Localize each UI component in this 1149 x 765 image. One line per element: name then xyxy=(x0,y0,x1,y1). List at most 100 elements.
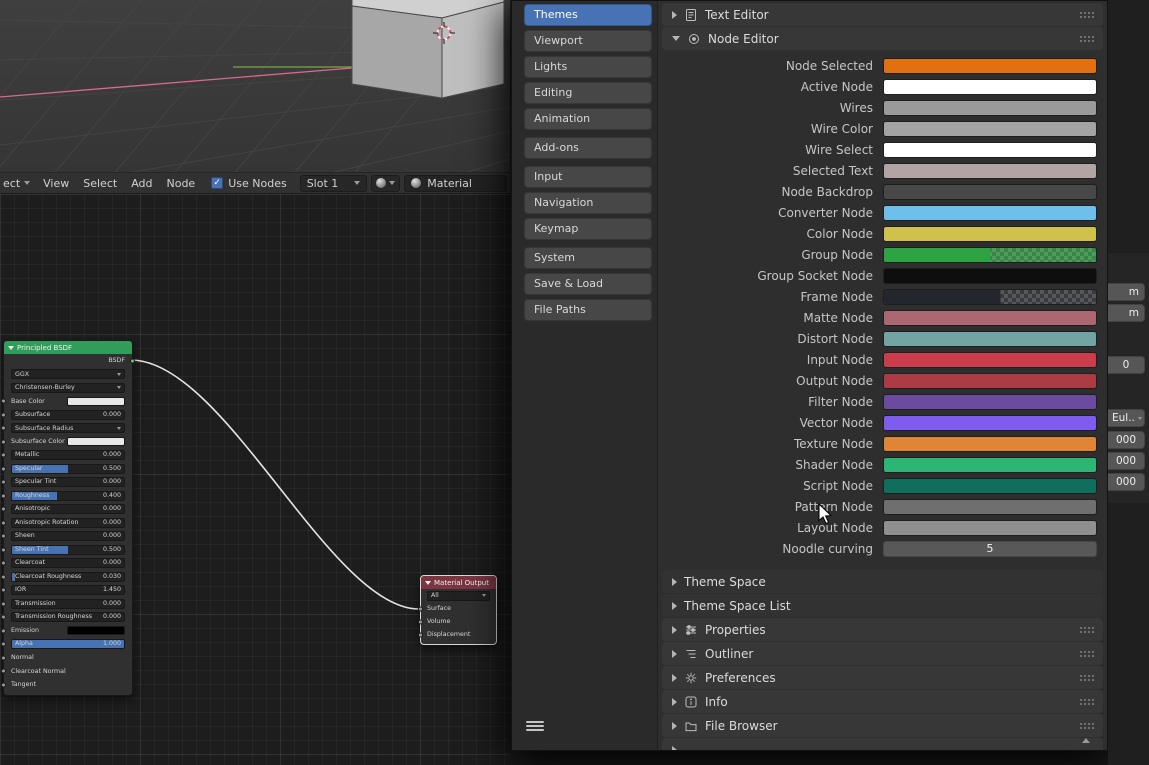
node-slider-transmission[interactable]: Transmission0.000 xyxy=(11,599,125,609)
section-outliner[interactable]: Outliner xyxy=(662,642,1103,665)
editor-type-dropdown[interactable]: ect xyxy=(3,177,30,190)
drag-grip[interactable] xyxy=(1079,698,1094,706)
principled-node-header[interactable]: Principled BSDF xyxy=(4,341,132,354)
sidebar-item-navigation[interactable]: Navigation xyxy=(524,192,652,214)
section-node-editor[interactable]: Node Editor xyxy=(662,27,1103,50)
color-swatch-shader-node[interactable] xyxy=(883,457,1097,473)
hamburger-menu-button[interactable] xyxy=(526,719,544,733)
color-swatch-layout-node[interactable] xyxy=(883,520,1097,536)
input-socket[interactable] xyxy=(1,520,6,525)
input-socket[interactable] xyxy=(418,606,423,611)
section-theme-space[interactable]: Theme Space xyxy=(662,570,1103,593)
node-slider-clearcoat-roughness[interactable]: Clearcoat Roughness0.030 xyxy=(11,572,125,582)
node-slider-anisotropic[interactable]: Anisotropic0.000 xyxy=(11,504,125,514)
color-swatch-active-node[interactable] xyxy=(883,79,1097,95)
sidebar-item-editing[interactable]: Editing xyxy=(524,82,652,104)
node-color-field-emission[interactable] xyxy=(67,626,125,635)
node-color-field-base-color[interactable] xyxy=(67,397,125,406)
collapse-arrow-icon[interactable] xyxy=(8,346,14,350)
material-output-node[interactable]: Material Output All SurfaceVolumeDisplac… xyxy=(420,575,497,645)
input-socket[interactable] xyxy=(418,632,423,637)
color-swatch-converter-node[interactable] xyxy=(883,205,1097,221)
node-slider-clearcoat[interactable]: Clearcoat0.000 xyxy=(11,558,125,568)
input-socket[interactable] xyxy=(1,628,6,633)
node-color-field-subsurface-color[interactable] xyxy=(67,437,125,446)
node-slider-anisotropic-rotation[interactable]: Anisotropic Rotation0.000 xyxy=(11,518,125,528)
node-slider-specular-tint[interactable]: Specular Tint0.000 xyxy=(11,477,125,487)
menu-node[interactable]: Node xyxy=(166,177,195,190)
node-slider-transmission-roughness[interactable]: Transmission Roughness0.000 xyxy=(11,612,125,622)
color-swatch-texture-node[interactable] xyxy=(883,436,1097,452)
input-socket[interactable] xyxy=(1,655,6,660)
node-slider-ior[interactable]: IOR1.450 xyxy=(11,585,125,595)
input-socket[interactable] xyxy=(1,439,6,444)
color-swatch-vector-node[interactable] xyxy=(883,415,1097,431)
material-output-header[interactable]: Material Output xyxy=(421,576,496,589)
color-swatch-matte-node[interactable] xyxy=(883,310,1097,326)
input-socket[interactable] xyxy=(1,547,6,552)
drag-grip[interactable] xyxy=(1079,722,1094,730)
sidebar-item-add-ons[interactable]: Add-ons xyxy=(524,137,652,159)
node-slider-subsurface[interactable]: Subsurface0.000 xyxy=(11,410,125,420)
color-swatch-wire-color[interactable] xyxy=(883,121,1097,137)
input-socket[interactable] xyxy=(1,669,6,674)
input-socket[interactable] xyxy=(1,642,6,647)
input-socket[interactable] xyxy=(1,588,6,593)
input-socket[interactable] xyxy=(1,682,6,687)
sidebar-item-animation[interactable]: Animation xyxy=(524,108,652,130)
use-nodes-checkbox[interactable]: ✓ xyxy=(211,177,223,189)
noodle-curving-field[interactable]: 5 xyxy=(883,541,1097,557)
sidebar-item-system[interactable]: System xyxy=(524,247,652,269)
color-swatch-distort-node[interactable] xyxy=(883,331,1097,347)
color-swatch-node-backdrop[interactable] xyxy=(883,184,1097,200)
node-slider-sheen[interactable]: Sheen0.000 xyxy=(11,531,125,541)
sidebar-item-file-paths[interactable]: File Paths xyxy=(524,299,652,321)
node-dropdown-subsurface-radius[interactable]: Subsurface Radius xyxy=(11,423,125,433)
input-socket[interactable] xyxy=(418,619,423,624)
node-slider-alpha[interactable]: Alpha1.000 xyxy=(11,639,125,649)
input-socket[interactable] xyxy=(1,453,6,458)
menu-select[interactable]: Select xyxy=(83,177,117,190)
section-preferences[interactable]: Preferences xyxy=(662,666,1103,689)
node-dropdown-ggx[interactable]: GGX xyxy=(11,369,125,379)
bsdf-output-socket[interactable] xyxy=(130,358,135,363)
color-swatch-node-selected[interactable] xyxy=(883,58,1097,74)
collapse-arrow-icon[interactable] xyxy=(425,581,431,585)
color-swatch-color-node[interactable] xyxy=(883,226,1097,242)
input-socket[interactable] xyxy=(1,426,6,431)
color-swatch-pattern-node[interactable] xyxy=(883,499,1097,515)
input-socket[interactable] xyxy=(1,466,6,471)
color-swatch-filter-node[interactable] xyxy=(883,394,1097,410)
drag-grip[interactable] xyxy=(1079,626,1094,634)
drag-grip[interactable] xyxy=(1079,674,1094,682)
material-name-field[interactable]: Material xyxy=(404,175,507,192)
input-socket[interactable] xyxy=(1,534,6,539)
node-slider-roughness[interactable]: Roughness0.400 xyxy=(11,491,125,501)
input-socket[interactable] xyxy=(1,412,6,417)
sidebar-item-themes[interactable]: Themes xyxy=(524,4,652,26)
node-slider-metallic[interactable]: Metallic0.000 xyxy=(11,450,125,460)
input-socket[interactable] xyxy=(1,507,6,512)
output-target-dropdown[interactable]: All xyxy=(427,591,490,601)
color-swatch-group-node[interactable] xyxy=(883,247,1097,263)
edge-field-eul[interactable]: Eul.. xyxy=(1108,409,1145,427)
input-socket[interactable] xyxy=(1,493,6,498)
sidebar-item-lights[interactable]: Lights xyxy=(524,56,652,78)
color-swatch-script-node[interactable] xyxy=(883,478,1097,494)
drag-grip[interactable] xyxy=(1079,11,1094,19)
sidebar-item-save-load[interactable]: Save & Load xyxy=(524,273,652,295)
input-socket[interactable] xyxy=(1,399,6,404)
color-swatch-frame-node[interactable] xyxy=(883,289,1097,305)
color-swatch-selected-text[interactable] xyxy=(883,163,1097,179)
section-file-browser[interactable]: File Browser xyxy=(662,714,1103,737)
node-slider-specular[interactable]: Specular0.500 xyxy=(11,464,125,474)
input-socket[interactable] xyxy=(1,480,6,485)
sidebar-item-keymap[interactable]: Keymap xyxy=(524,218,652,240)
section-text-editor[interactable]: Text Editor xyxy=(662,3,1103,26)
edge-field-m[interactable]: m xyxy=(1108,283,1145,301)
scroll-up-indicator[interactable] xyxy=(1082,738,1090,743)
color-swatch-wires[interactable] xyxy=(883,100,1097,116)
input-socket[interactable] xyxy=(1,574,6,579)
section-info[interactable]: Info xyxy=(662,690,1103,713)
node-dropdown-christensen-burley[interactable]: Christensen-Burley xyxy=(11,383,125,393)
